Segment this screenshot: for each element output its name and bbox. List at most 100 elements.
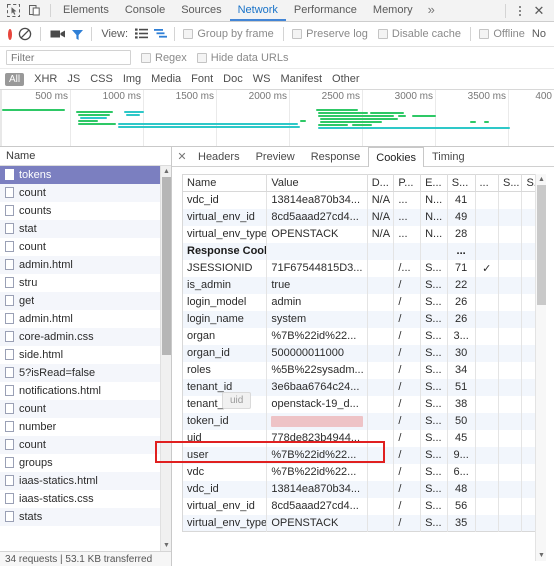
table-row[interactable]: roles %5B%22sysadm... / S... 34 [182,361,546,379]
col-domain[interactable]: D... [367,174,395,192]
table-row[interactable]: virtual_env_id 8cd5aaad27cd4... N/A ... … [182,208,546,226]
type-filter-ws[interactable]: WS [248,73,276,85]
list-item[interactable]: count [0,400,171,418]
tab-headers[interactable]: Headers [190,147,248,166]
list-item[interactable]: admin.html [0,310,171,328]
tab-sources[interactable]: Sources [173,0,229,21]
disable-cache-box[interactable] [377,29,388,39]
search-input[interactable] [6,50,131,65]
tab-elements[interactable]: Elements [55,0,117,21]
table-row[interactable]: vdc_id 13814ea870b34... / S... 48 [182,480,546,498]
more-tabs-icon[interactable]: » [421,0,442,21]
type-filter-js[interactable]: JS [62,73,85,85]
hide-data-urls-box[interactable] [196,52,207,63]
more-options-icon[interactable] [512,3,528,19]
list-item[interactable]: number [0,418,171,436]
table-row[interactable]: uid 778de823b4944... / S... 45 [182,429,546,447]
requests-header-name[interactable]: Name [0,147,171,166]
table-row[interactable]: virtual_env_type OPENSTACK N/A ... N... … [182,225,546,243]
inspect-element-icon[interactable] [6,3,21,18]
list-item[interactable]: count [0,238,171,256]
tab-network[interactable]: Network [229,0,286,21]
type-filter-xhr[interactable]: XHR [29,73,62,85]
checkbox-offline[interactable]: Offline [479,28,525,40]
cookies-scroll-up-icon[interactable]: ▲ [537,175,546,184]
list-item[interactable]: counts [0,202,171,220]
tab-timing[interactable]: Timing [424,147,473,166]
detail-close-icon[interactable]: ✕ [174,147,190,166]
checkbox-preserve-log[interactable]: Preserve log [292,28,368,40]
table-row[interactable]: virtual_env_type OPENSTACK / S... 35 [182,514,546,532]
tab-memory[interactable]: Memory [365,0,421,21]
group-by-frame-box[interactable] [183,29,194,39]
list-item[interactable]: admin.html [0,256,171,274]
table-row[interactable]: is_admin true / S... 22 [182,276,546,294]
table-row[interactable]: login_model admin / S... 26 [182,293,546,311]
waterfall-view-icon[interactable] [154,28,168,40]
camera-icon[interactable] [50,28,66,41]
scroll-up-icon[interactable]: ▲ [162,167,171,176]
list-item[interactable]: count [0,436,171,454]
list-item[interactable]: iaas-statics.css [0,490,171,508]
network-overview-timeline[interactable]: 500 ms 1000 ms 1500 ms 2000 ms 2500 ms 3… [0,90,554,147]
table-row[interactable]: JSESSIONID 71F67544815D3... /... S... 71… [182,259,546,277]
col-httponly[interactable]: ... [475,174,499,192]
type-filter-media[interactable]: Media [146,73,186,85]
list-item[interactable]: count [0,184,171,202]
tab-cookies[interactable]: Cookies [368,147,424,167]
checkbox-hide-data-urls[interactable]: Hide data URLs [196,52,288,64]
type-filter-other[interactable]: Other [327,73,365,85]
table-row[interactable]: user %7B%22id%22... / S... 9... [182,446,546,464]
table-row[interactable]: virtual_env_id 8cd5aaad27cd4... / S... 5… [182,497,546,515]
type-filter-img[interactable]: Img [118,73,146,85]
type-filter-doc[interactable]: Doc [218,73,248,85]
col-value[interactable]: Value [266,174,368,192]
table-row[interactable]: organ_id 500000011000 / S... 30 [182,344,546,362]
col-name[interactable]: Name [182,174,268,192]
list-item[interactable]: tokens [0,166,171,184]
preserve-log-box[interactable] [292,29,303,39]
col-secure[interactable]: S... [498,174,523,192]
table-row-token-id[interactable]: token_id / S... 50 [182,412,546,430]
checkbox-disable-cache[interactable]: Disable cache [377,28,461,40]
list-item[interactable]: iaas-statics.html [0,472,171,490]
list-item[interactable]: stru [0,274,171,292]
list-item[interactable]: side.html [0,346,171,364]
type-filter-css[interactable]: CSS [85,73,118,85]
list-view-icon[interactable] [135,28,149,40]
table-row[interactable]: organ %7B%22id%22... / S... 3... [182,327,546,345]
list-item[interactable]: core-admin.css [0,328,171,346]
clear-icon[interactable] [18,27,32,41]
cookies-scrollbar-thumb[interactable] [537,185,546,305]
list-item[interactable]: stats [0,508,171,526]
checkbox-regex[interactable]: Regex [141,52,187,64]
offline-box[interactable] [479,29,490,39]
scroll-down-icon[interactable]: ▼ [162,541,171,550]
table-row[interactable]: login_name system / S... 26 [182,310,546,328]
type-filter-manifest[interactable]: Manifest [275,73,327,85]
checkbox-group-by-frame[interactable]: Group by frame [183,28,274,40]
scrollbar-thumb[interactable] [162,177,171,355]
col-size[interactable]: S... [447,174,476,192]
cookies-scroll-down-icon[interactable]: ▼ [537,551,546,560]
tab-console[interactable]: Console [117,0,173,21]
type-filter-all[interactable]: All [5,72,25,86]
type-filter-font[interactable]: Font [186,73,218,85]
requests-scrollbar[interactable]: ▲ ▼ [160,166,171,551]
list-item[interactable]: notifications.html [0,382,171,400]
col-expires[interactable]: E... [420,174,448,192]
table-row[interactable]: vdc_id 13814ea870b34... N/A ... N... 41 [182,191,546,209]
requests-list[interactable]: tokens count counts stat count admin.htm… [0,166,171,551]
col-path[interactable]: P... [393,174,422,192]
list-item[interactable]: groups [0,454,171,472]
cookies-scrollbar[interactable]: ▲ ▼ [535,174,546,561]
list-item[interactable]: 5?isRead=false [0,364,171,382]
throttling-selector[interactable]: No [532,28,546,40]
list-item[interactable]: get [0,292,171,310]
close-icon[interactable]: ✕ [530,2,548,20]
regex-box[interactable] [141,52,151,63]
record-button[interactable] [8,28,12,40]
tab-response[interactable]: Response [303,147,369,166]
list-item[interactable]: stat [0,220,171,238]
tab-preview[interactable]: Preview [248,147,303,166]
